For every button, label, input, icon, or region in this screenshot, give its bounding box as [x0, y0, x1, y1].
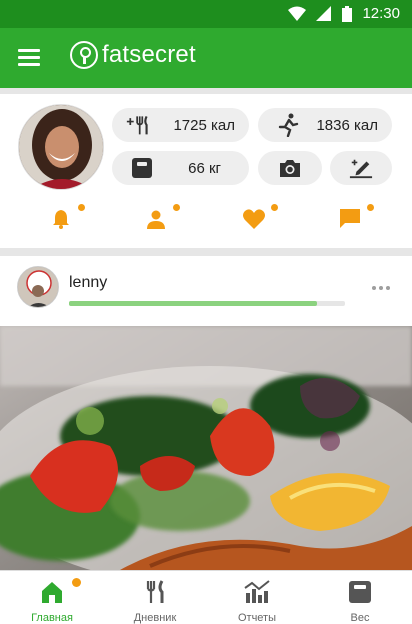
- nav-weight[interactable]: Вес: [325, 579, 395, 624]
- likes-button[interactable]: [242, 204, 278, 232]
- signal-icon: [316, 5, 332, 21]
- running-person-icon: [276, 113, 300, 137]
- bar-chart-icon: [244, 580, 270, 603]
- notification-dot: [271, 204, 278, 211]
- wifi-icon: [288, 6, 307, 21]
- scale-icon: [130, 156, 154, 180]
- post-food-photo[interactable]: [0, 326, 412, 570]
- weight-pill[interactable]: 66 кг: [112, 151, 249, 185]
- keyhole-logo-icon: [70, 41, 98, 69]
- menu-icon[interactable]: [18, 49, 40, 67]
- bottom-navigation: Главная Дневник Отчеты Вес: [0, 570, 412, 624]
- goal-progress-bar: [69, 301, 345, 306]
- fork-knife-icon: [146, 580, 164, 603]
- battery-icon: [342, 5, 353, 22]
- calories-burned-pill[interactable]: 1836 кал: [258, 108, 392, 142]
- bell-icon: [53, 210, 69, 229]
- weight-value: 66 кг: [188, 159, 221, 177]
- notifications-button[interactable]: [50, 204, 85, 232]
- user-avatar[interactable]: [18, 104, 104, 190]
- pencil-icon: [349, 156, 373, 180]
- camera-button[interactable]: [258, 151, 322, 185]
- nav-diary[interactable]: Дневник: [120, 579, 190, 624]
- nav-weight-label: Вес: [350, 612, 370, 624]
- calories-eaten-pill[interactable]: 1725 кал: [112, 108, 249, 142]
- notification-dot: [78, 204, 85, 211]
- nav-home[interactable]: Главная: [17, 578, 87, 624]
- app-bar: fatsecret: [0, 28, 412, 88]
- messages-button[interactable]: [339, 204, 374, 232]
- post-author-name[interactable]: lenny: [69, 274, 107, 292]
- chat-icon: [340, 209, 360, 228]
- nav-reports[interactable]: Отчеты: [222, 579, 292, 624]
- nav-home-label: Главная: [31, 612, 73, 624]
- divider: [0, 248, 412, 256]
- calories-eaten-value: 1725 кал: [173, 116, 235, 134]
- home-icon: [42, 582, 62, 603]
- notification-dot: [173, 204, 180, 211]
- notification-dot: [367, 204, 374, 211]
- notification-dot: [72, 578, 81, 587]
- profile-summary: 1725 кал 1836 кал 66 кг: [0, 94, 412, 248]
- brand-name: fatsecret: [102, 41, 196, 68]
- nav-reports-label: Отчеты: [237, 612, 277, 624]
- more-options-icon[interactable]: [372, 286, 390, 290]
- calories-burned-value: 1836 кал: [316, 116, 378, 134]
- friends-button[interactable]: [145, 204, 180, 232]
- app-logo: fatsecret: [70, 41, 196, 69]
- write-note-button[interactable]: [330, 151, 392, 185]
- person-icon: [147, 210, 165, 229]
- fork-knife-plus-icon: [126, 113, 150, 137]
- goal-progress-fill: [69, 301, 318, 306]
- camera-icon: [278, 156, 302, 180]
- clock: 12:30: [362, 5, 400, 22]
- nav-diary-label: Дневник: [133, 612, 177, 624]
- post-author-avatar[interactable]: [17, 266, 59, 308]
- status-bar: 12:30: [0, 0, 412, 28]
- feed-post-header: lenny: [0, 256, 412, 326]
- heart-icon: [243, 209, 265, 229]
- scale-icon: [349, 581, 371, 603]
